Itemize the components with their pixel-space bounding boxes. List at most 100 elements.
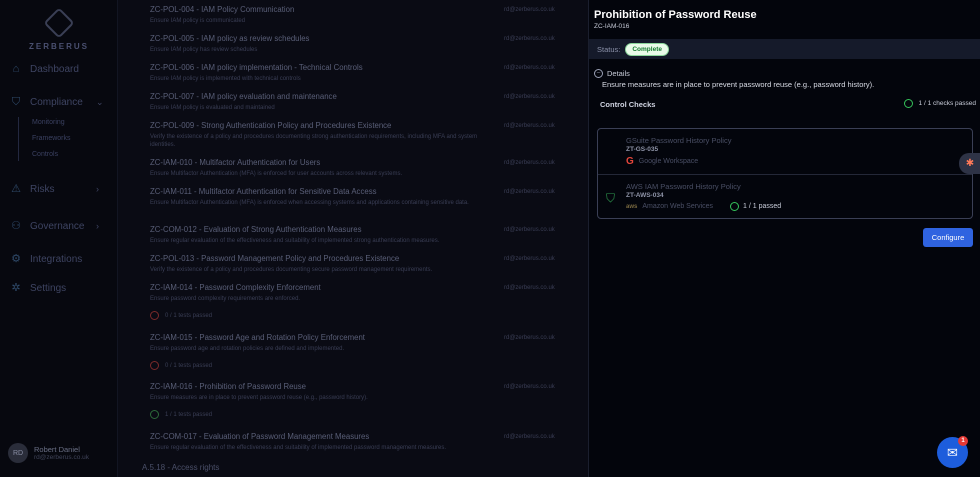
- checks-summary-text: 1 / 1 checks passed: [918, 100, 976, 107]
- control-status-text: 0 / 1 tests passed: [165, 362, 213, 369]
- sidebar-item-risks[interactable]: ⚠ Risks ›: [10, 183, 99, 195]
- status-label: Status:: [597, 44, 621, 54]
- sidebar-item-label: Governance: [30, 220, 85, 232]
- control-status-text: 0 / 1 tests passed: [165, 312, 213, 319]
- control-owner: rd@zerberus.co.uk: [504, 384, 555, 390]
- control-desc: Verify the existence of a policy and pro…: [150, 134, 478, 148]
- control-desc: Ensure password complexity requirements …: [150, 296, 301, 302]
- gear-icon: ✲: [11, 282, 21, 294]
- control-desc: Ensure IAM policy is implemented with te…: [150, 76, 301, 82]
- control-status: 0 / 1 tests passed: [150, 311, 580, 320]
- control-desc: Ensure Multifactor Authentication (MFA) …: [150, 200, 469, 206]
- shield-check-icon: ⛉: [605, 191, 615, 205]
- control-owner: rd@zerberus.co.uk: [504, 434, 555, 440]
- control-owner: rd@zerberus.co.uk: [504, 123, 555, 129]
- sidebar-item-integrations[interactable]: ⚙ Integrations: [10, 253, 82, 265]
- sidebar-subitem-frameworks[interactable]: Frameworks: [32, 135, 71, 142]
- list-item[interactable]: ZC-IAM-011 - Multifactor Authentication …: [150, 187, 580, 207]
- chevron-right-icon: ›: [96, 221, 99, 231]
- logo-icon: [43, 7, 75, 39]
- sidebar-subitem-monitoring[interactable]: Monitoring: [32, 119, 65, 126]
- check-code: ZT-GS-035: [626, 146, 659, 153]
- control-desc: Ensure regular evaluation of the effecti…: [150, 238, 440, 244]
- user-profile[interactable]: RD Robert Daniel rd@zerberus.co.uk: [8, 443, 89, 463]
- sidebar-item-label: Dashboard: [30, 63, 79, 75]
- chat-icon: ✉: [947, 445, 958, 460]
- user-name: Robert Daniel: [34, 445, 80, 454]
- pass-status-icon: [150, 410, 159, 419]
- control-status-text: 1 / 1 tests passed: [165, 411, 213, 418]
- checks-summary: 1 / 1 checks passed: [903, 99, 976, 108]
- collapse-icon: –: [594, 69, 603, 78]
- list-item[interactable]: ZC-POL-005 - IAM policy as review schedu…: [150, 34, 580, 54]
- control-desc: Ensure IAM policy has review schedules: [150, 47, 258, 53]
- list-item[interactable]: ZC-POL-007 - IAM policy evaluation and m…: [150, 92, 580, 112]
- sidebar: ZERBERUS ⌂ Dashboard ⛉ Compliance ⌄ Moni…: [0, 0, 118, 477]
- details-label: Details: [607, 69, 630, 78]
- fail-status-icon: [150, 361, 159, 370]
- provider-name: Google Workspace: [638, 158, 699, 165]
- control-status: 0 / 1 tests passed: [150, 361, 580, 370]
- user-email: rd@zerberus.co.uk: [34, 454, 90, 461]
- control-owner: rd@zerberus.co.uk: [504, 160, 555, 166]
- sidebar-item-dashboard[interactable]: ⌂ Dashboard: [10, 63, 79, 75]
- sidebar-item-settings[interactable]: ✲ Settings: [10, 282, 66, 294]
- google-logo-icon: G: [626, 156, 634, 167]
- sidebar-item-label: Settings: [30, 282, 67, 294]
- control-checks-list: GSuite Password History Policy ZT-GS-035…: [597, 128, 973, 219]
- panel-title: Prohibition of Password Reuse: [594, 9, 757, 21]
- details-toggle[interactable]: – Details: [594, 69, 630, 78]
- control-desc: Ensure IAM policy is evaluated and maint…: [150, 105, 275, 111]
- control-owner: rd@zerberus.co.uk: [504, 94, 555, 100]
- control-desc: Ensure IAM policy is communicated: [150, 18, 246, 24]
- check-result-text: 1 / 1 passed: [743, 203, 782, 210]
- control-owner: rd@zerberus.co.uk: [504, 7, 555, 13]
- list-item[interactable]: ZC-IAM-015 - Password Age and Rotation P…: [150, 333, 580, 370]
- shield-icon: ⛉: [11, 96, 21, 108]
- control-status: 1 / 1 tests passed: [150, 410, 580, 419]
- fail-status-icon: [150, 311, 159, 320]
- integrations-icon: ⚙: [11, 253, 21, 265]
- divider: [598, 174, 972, 175]
- pass-status-icon: [903, 99, 913, 108]
- sidebar-item-compliance[interactable]: ⛉ Compliance ⌄: [10, 96, 104, 108]
- check-provider: G Google Workspace: [626, 156, 698, 167]
- section-footer[interactable]: A.5.18 - Access rights: [142, 463, 219, 472]
- sidebar-item-label: Integrations: [30, 253, 83, 265]
- list-item[interactable]: ZC-POL-009 - Strong Authentication Polic…: [150, 121, 580, 149]
- brand-logo[interactable]: ZERBERUS: [0, 7, 118, 51]
- list-item[interactable]: ZC-POL-013 - Password Management Policy …: [150, 254, 580, 274]
- avatar: RD: [8, 443, 28, 463]
- list-item[interactable]: ZC-POL-006 - IAM policy implementation -…: [150, 63, 580, 83]
- control-desc: Ensure Multifactor Authentication (MFA) …: [150, 171, 403, 177]
- chevron-down-icon: ⌄: [96, 96, 104, 107]
- list-item[interactable]: ZC-IAM-016 - Prohibition of Password Reu…: [150, 382, 580, 419]
- list-item[interactable]: ZC-POL-004 - IAM Policy Communication En…: [150, 5, 580, 25]
- control-owner: rd@zerberus.co.uk: [504, 36, 555, 42]
- check-code: ZT-AWS-034: [626, 192, 664, 199]
- control-owner: rd@zerberus.co.uk: [504, 189, 555, 195]
- detail-panel: Prohibition of Password Reuse ZC-IAM-016…: [588, 0, 980, 477]
- control-owner: rd@zerberus.co.uk: [504, 256, 555, 262]
- list-item[interactable]: ZC-COM-017 - Evaluation of Password Mana…: [150, 432, 580, 452]
- check-title: AWS IAM Password History Policy: [626, 182, 741, 191]
- network-icon: ⚇: [11, 220, 21, 232]
- home-icon: ⌂: [12, 63, 20, 75]
- control-owner: rd@zerberus.co.uk: [504, 65, 555, 71]
- hubspot-icon[interactable]: ✱: [959, 153, 980, 174]
- subnav-bar: [18, 117, 19, 161]
- warning-icon: ⚠: [11, 183, 21, 195]
- control-desc: Verify the existence of a policy and pro…: [150, 267, 433, 273]
- chevron-right-icon: ›: [96, 184, 99, 194]
- status-row: Status: Complete: [589, 39, 980, 59]
- control-checks-label: Control Checks: [600, 100, 656, 109]
- list-item[interactable]: ZC-IAM-010 - Multifactor Authentication …: [150, 158, 580, 178]
- list-item[interactable]: ZC-COM-012 - Evaluation of Strong Authen…: [150, 225, 580, 245]
- sidebar-item-governance[interactable]: ⚇ Governance ›: [10, 220, 99, 232]
- sidebar-subitem-controls[interactable]: Controls: [32, 151, 58, 158]
- check-provider: aws Amazon Web Services 1 / 1 passed: [626, 202, 781, 211]
- controls-list: ZC-POL-004 - IAM Policy Communication En…: [118, 0, 588, 477]
- list-item[interactable]: ZC-IAM-014 - Password Complexity Enforce…: [150, 283, 580, 320]
- configure-button[interactable]: Configure: [923, 228, 973, 247]
- check-title: GSuite Password History Policy: [626, 136, 732, 145]
